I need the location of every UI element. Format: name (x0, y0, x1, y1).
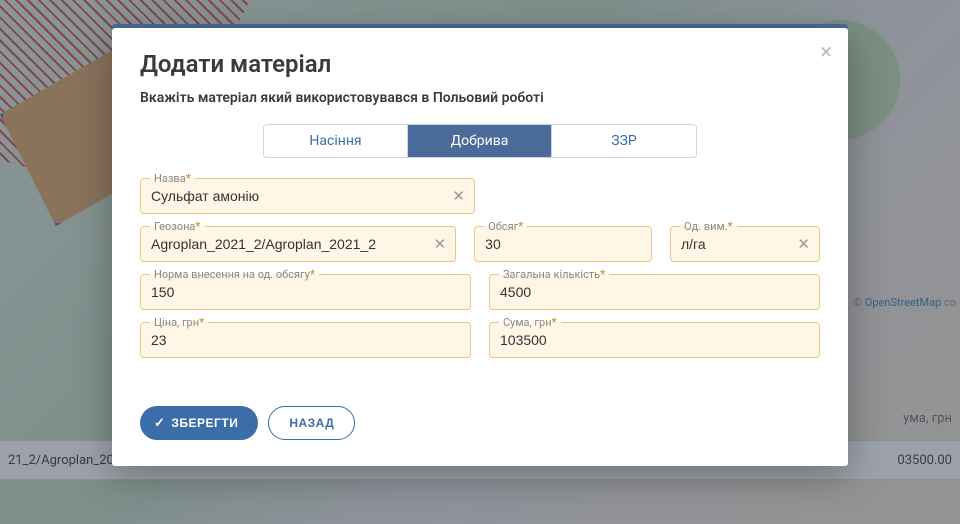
label-rate: Норма внесення на од. обсягу* (150, 267, 319, 281)
clear-icon[interactable]: ✕ (452, 187, 465, 205)
field-sum: Сума, грн* (489, 322, 820, 358)
modal-subtitle: Вкажіть матеріал який використовувався в… (140, 90, 820, 106)
field-name: Назва* ✕ (140, 178, 475, 214)
field-total-qty: Загальна кількість* (489, 274, 820, 310)
modal-title: Додати матеріал (140, 50, 820, 78)
material-type-tabs: Насіння Добрива ЗЗР (140, 124, 820, 158)
clear-icon[interactable]: ✕ (434, 235, 447, 253)
field-unit: Од. вим.* ✕ (670, 226, 820, 262)
save-button[interactable]: ✓ ЗБЕРЕГТИ (140, 406, 258, 440)
label-total-qty: Загальна кількість* (499, 267, 609, 281)
add-material-modal: × Додати матеріал Вкажіть матеріал який … (112, 28, 848, 466)
check-icon: ✓ (154, 415, 165, 431)
tab-ppe[interactable]: ЗЗР (552, 125, 696, 157)
tab-fertilizers[interactable]: Добрива (408, 125, 552, 157)
label-geozone: Геозона* (150, 219, 205, 233)
label-volume: Обсяг* (484, 219, 527, 233)
back-button[interactable]: НАЗАД (268, 406, 355, 440)
label-unit: Од. вим.* (680, 219, 737, 233)
tab-seeds[interactable]: Насіння (264, 125, 408, 157)
field-geozone: Геозона* ✕ (140, 226, 456, 262)
label-price: Ціна, грн* (150, 315, 208, 329)
label-name: Назва* (150, 171, 195, 185)
clear-icon[interactable]: ✕ (797, 235, 810, 253)
modal-actions: ✓ ЗБЕРЕГТИ НАЗАД (140, 406, 820, 440)
field-price: Ціна, грн* (140, 322, 471, 358)
field-rate: Норма внесення на од. обсягу* (140, 274, 471, 310)
close-icon[interactable]: × (820, 42, 832, 64)
label-sum: Сума, грн* (499, 315, 561, 329)
field-volume: Обсяг* (474, 226, 652, 262)
